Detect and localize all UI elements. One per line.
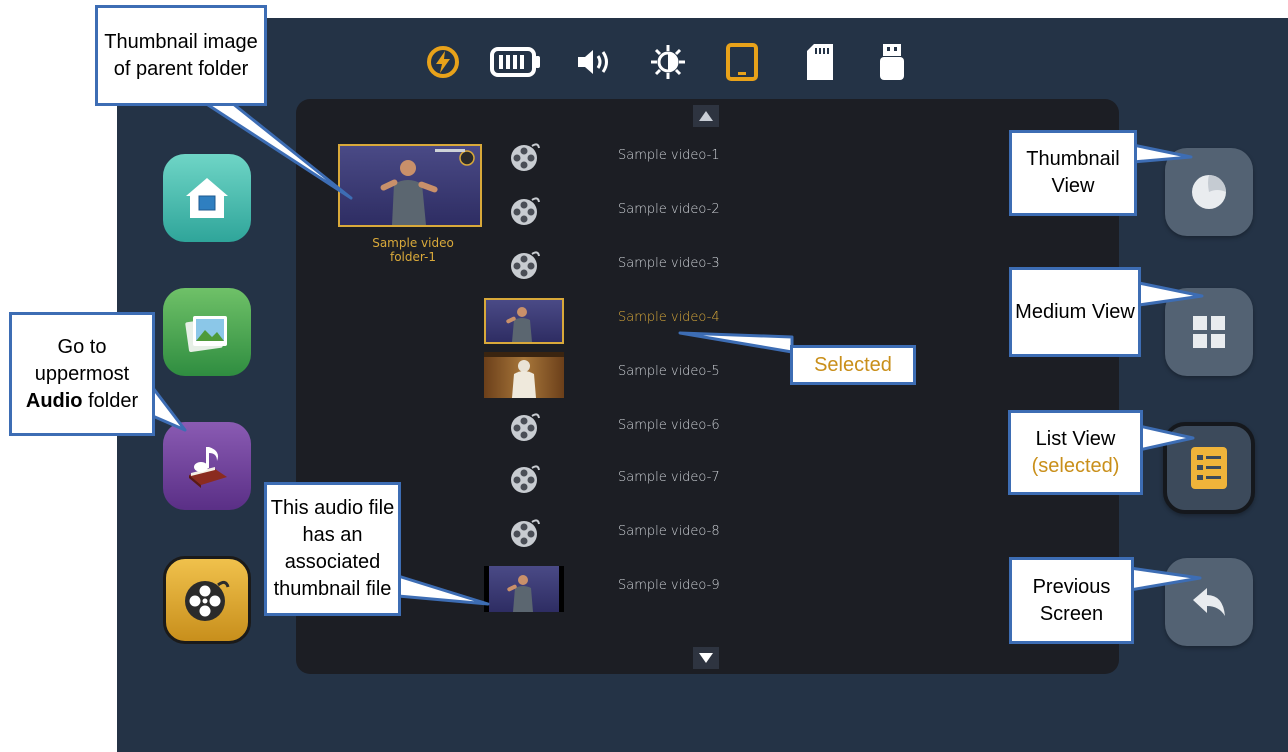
callout-text: List View (1035, 427, 1116, 450)
callout-text: Go to uppermost Audio folder (12, 334, 152, 415)
callout-text: Selected (814, 353, 892, 376)
callout-list-view: List View (selected) (1008, 410, 1143, 495)
callout-text: Previous Screen (1032, 575, 1111, 625)
callout-text: This audio file has an associated thumbn… (270, 497, 395, 600)
callout-text-bold: Audio (25, 389, 83, 412)
callout-text-selected: (selected) (1031, 454, 1120, 477)
callout-thumbnail-view: Thumbnail View (1009, 130, 1137, 216)
callout-thumbnail-audio: This audio file has an associated thumbn… (264, 482, 401, 616)
callout-text-post: folder (88, 389, 139, 412)
callout-selected: Selected (790, 345, 916, 385)
callout-parent-thumbnail: Thumbnail image of parent folder (95, 5, 267, 106)
callout-medium-view: Medium View (1009, 267, 1141, 357)
callout-text-pre: Go to uppermost (34, 335, 130, 385)
callout-previous-screen: Previous Screen (1009, 557, 1134, 644)
callout-audio-folder: Go to uppermost Audio folder (9, 312, 155, 436)
callout-text: Thumbnail image of parent folder (104, 30, 258, 80)
callout-text: Thumbnail View (1026, 148, 1120, 197)
callout-text: Medium View (1015, 300, 1135, 323)
